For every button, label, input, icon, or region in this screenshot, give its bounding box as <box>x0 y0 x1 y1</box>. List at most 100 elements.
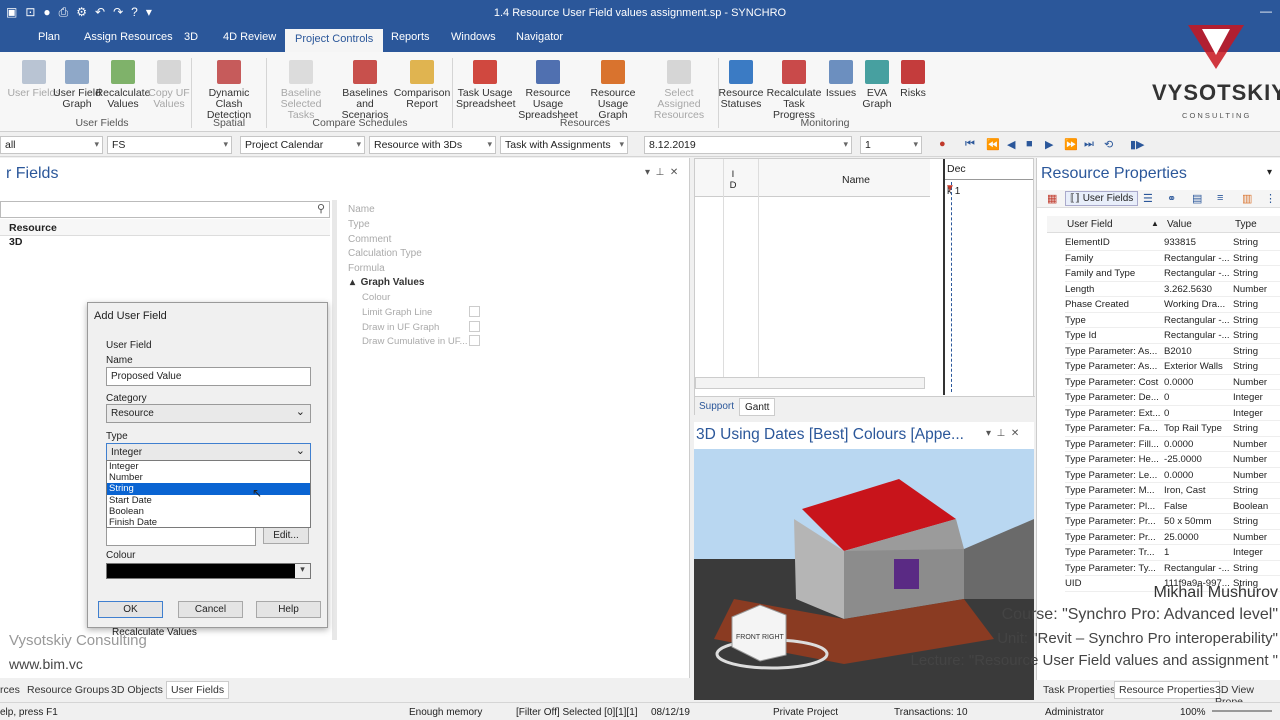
option-start-date[interactable]: Start Date <box>107 495 310 506</box>
option-number[interactable]: Number <box>107 472 310 483</box>
cancel-button[interactable]: Cancel <box>178 601 243 618</box>
tab-windows[interactable]: Windows <box>451 31 496 43</box>
edit-button[interactable]: Edit... <box>263 527 309 544</box>
property-row[interactable]: Length 3.262.5630 Number <box>1065 282 1280 297</box>
chevron-down-icon[interactable]: ▾ <box>1267 167 1272 178</box>
step-back-icon[interactable]: ⏪ <box>986 138 1000 151</box>
tab-task-properties[interactable]: Task Properties <box>1043 684 1115 696</box>
task-filter-select[interactable]: Task with Assignments <box>500 136 628 154</box>
property-row[interactable]: Type Parameter: Fa... Top Rail Type String <box>1065 421 1280 437</box>
tab-reports[interactable]: Reports <box>391 31 430 43</box>
property-row[interactable]: Type Parameter: Fill... 0.0000 Number <box>1065 437 1280 452</box>
play-icon[interactable]: ▶ <box>1045 138 1053 151</box>
property-row[interactable]: Type Parameter: Pr... 25.0000 Number <box>1065 530 1280 545</box>
property-row[interactable]: Type Parameter: Tr... 1 Integer <box>1065 545 1280 561</box>
search-icon[interactable]: ⚲ <box>317 202 325 215</box>
resource-filter-select[interactable]: Resource with 3Ds <box>369 136 496 154</box>
help-button[interactable]: Help <box>256 601 321 618</box>
more-icon[interactable]: ⋮ <box>1265 192 1276 205</box>
property-row[interactable]: ElementID 933815 String <box>1065 235 1280 251</box>
property-row[interactable]: Type Rectangular -... String <box>1065 313 1280 328</box>
copy-uf-values-button[interactable]: Copy UF Values <box>140 60 198 110</box>
property-row[interactable]: Type Parameter: As... Exterior Walls Strin… <box>1065 359 1280 375</box>
header-value[interactable]: Value <box>1167 219 1192 230</box>
tab-4d-review[interactable]: 4D Review <box>223 31 276 43</box>
recalculate-task-progress-button[interactable]: Recalculate Task Progress <box>762 60 826 121</box>
pause-icon[interactable]: ▮▶ <box>1130 138 1145 151</box>
tab-assign-resources[interactable]: Assign Resources <box>84 31 173 43</box>
chevron-down-icon[interactable]: ▾ <box>295 564 310 578</box>
property-row[interactable]: Type Parameter: Pl... False Boolean <box>1065 499 1280 514</box>
property-row[interactable]: Type Id Rectangular -... String <box>1065 328 1280 344</box>
graph-values-header[interactable]: ▴ Graph Values <box>350 277 425 288</box>
filter-select-1[interactable]: all <box>0 136 103 154</box>
horizontal-scrollbar[interactable] <box>695 377 925 389</box>
property-row[interactable]: Type Parameter: He... -25.0000 Number <box>1065 452 1280 468</box>
task-usage-spreadsheet-button[interactable]: Task Usage Spreadsheet <box>456 60 516 110</box>
property-row[interactable]: Type Parameter: Ty... Rectangular -... Str… <box>1065 561 1280 576</box>
search-input[interactable]: ⚲ <box>0 201 330 218</box>
zoom-slider[interactable] <box>1212 710 1272 712</box>
stack-icon[interactable]: ▥ <box>1242 192 1252 205</box>
tab-project-controls[interactable]: Project Controls <box>285 29 384 52</box>
step-forward-icon[interactable]: ⏩ <box>1064 138 1078 151</box>
tab-navigator[interactable]: Navigator <box>516 31 563 43</box>
property-row[interactable]: Type Parameter: De... 0 Integer <box>1065 390 1280 406</box>
tab-gantt[interactable]: Gantt <box>739 398 776 416</box>
option-finish-date[interactable]: Finish Date <box>107 517 310 528</box>
filter-icon[interactable]: ≡ <box>1217 192 1223 204</box>
baseline-selected-tasks-button[interactable]: Baseline Selected Tasks <box>272 60 330 121</box>
header-type[interactable]: Type <box>1235 219 1257 230</box>
risks-button[interactable]: Risks <box>890 60 936 99</box>
tree-row-3d[interactable]: 3D <box>9 236 22 248</box>
splitter[interactable] <box>332 200 337 640</box>
comparison-report-button[interactable]: Comparison Report <box>393 60 451 110</box>
property-row[interactable]: Type Parameter: M... Iron, Cast String <box>1065 483 1280 499</box>
record-icon[interactable]: ● <box>939 138 946 150</box>
loop-icon[interactable]: ⟲ <box>1104 138 1113 151</box>
option-string[interactable]: String <box>107 483 310 495</box>
step-input[interactable]: 1 <box>860 136 922 154</box>
draw-cumulative-checkbox[interactable] <box>469 335 480 346</box>
tab-resource-properties[interactable]: Resource Properties <box>1114 681 1220 699</box>
link-icon[interactable]: ⚭ <box>1167 192 1176 205</box>
property-row[interactable]: Type Parameter: As... B2010 String <box>1065 344 1280 359</box>
formula-field[interactable] <box>106 527 256 546</box>
tab-plan[interactable]: Plan <box>38 31 60 43</box>
resource-usage-spreadsheet-button[interactable]: Resource Usage Spreadsheet <box>516 60 580 121</box>
list-icon[interactable]: ▤ <box>1192 192 1202 205</box>
limit-graph-checkbox[interactable] <box>469 306 480 317</box>
play-back-icon[interactable]: ◀ <box>1007 138 1015 151</box>
minimize-icon[interactable]: — <box>1260 4 1272 18</box>
colour-picker[interactable]: ▾ <box>106 563 311 579</box>
resource-usage-graph-button[interactable]: Resource Usage Graph <box>584 60 642 121</box>
property-row[interactable]: Type Parameter: Cost 0.0000 Number <box>1065 375 1280 390</box>
option-integer[interactable]: Integer <box>107 461 310 472</box>
option-boolean[interactable]: Boolean <box>107 506 310 517</box>
tab-resources[interactable]: rces <box>0 684 20 696</box>
category-select[interactable]: Resource <box>106 404 311 423</box>
date-picker[interactable]: 8.12.2019 <box>644 136 852 154</box>
stop-icon[interactable]: ■ <box>1026 138 1033 150</box>
property-row[interactable]: Family Rectangular -... String <box>1065 251 1280 266</box>
select-assigned-resources-button[interactable]: Select Assigned Resources <box>644 60 714 121</box>
baselines-and-scenarios-button[interactable]: Baselines and Scenarios <box>334 60 396 121</box>
header-user-field[interactable]: User Field <box>1067 219 1113 230</box>
name-field[interactable]: Proposed Value <box>106 367 311 386</box>
tab-user-fields-bottom[interactable]: User Fields <box>166 681 230 699</box>
tab-3d[interactable]: 3D <box>184 31 198 43</box>
ok-button[interactable]: OK <box>98 601 163 618</box>
property-row[interactable]: Type Parameter: Le... 0.0000 Number <box>1065 468 1280 483</box>
property-row[interactable]: Phase Created Working Dra... String <box>1065 297 1280 313</box>
property-row[interactable]: Type Parameter: Pr... 50 x 50mm String <box>1065 514 1280 530</box>
tab-user-fields[interactable]: ⟦⟧ User Fields <box>1065 191 1139 206</box>
go-start-icon[interactable]: ⏮ <box>965 138 975 151</box>
calendar-select[interactable]: Project Calendar <box>240 136 365 154</box>
tab-3d-objects[interactable]: 3D Objects <box>111 684 163 696</box>
property-row[interactable]: Family and Type Rectangular -... String <box>1065 266 1280 282</box>
sort-icon[interactable]: ☰ <box>1143 192 1153 205</box>
go-end-icon[interactable]: ⏭ <box>1084 138 1094 151</box>
grid-icon[interactable]: ▦ <box>1047 192 1057 205</box>
tab-support[interactable]: Support <box>699 401 734 412</box>
property-row[interactable]: Type Parameter: Ext... 0 Integer <box>1065 406 1280 421</box>
